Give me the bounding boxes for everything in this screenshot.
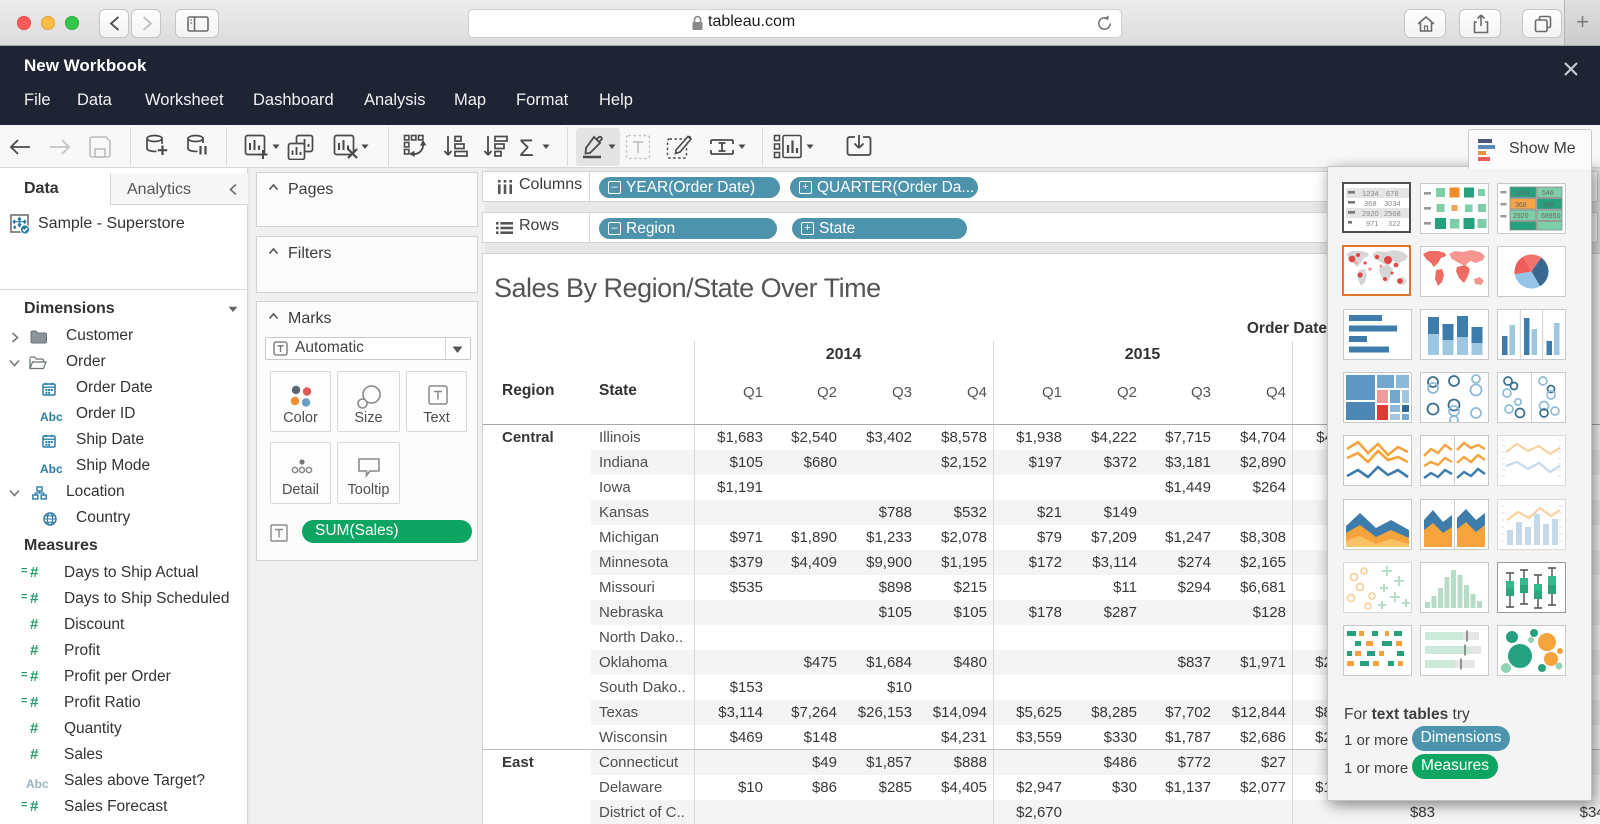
svg-text:2920: 2920: [1513, 213, 1529, 220]
svg-text:546: 546: [1542, 190, 1554, 197]
svg-text:368: 368: [1364, 199, 1377, 208]
svg-text:678: 678: [1386, 189, 1399, 198]
svg-text:3034: 3034: [1384, 199, 1401, 208]
svg-text:368: 368: [1515, 202, 1527, 209]
svg-text:348: 348: [1542, 202, 1554, 209]
svg-text:2920: 2920: [1362, 209, 1379, 218]
svg-text:1234: 1234: [1362, 189, 1379, 198]
svg-text:Σ: Σ: [519, 135, 534, 160]
svg-text:322: 322: [1388, 219, 1401, 228]
svg-text:68950: 68950: [1541, 213, 1561, 220]
svg-text:971: 971: [1366, 219, 1379, 228]
svg-text:1234: 1234: [1514, 190, 1530, 197]
svg-text:2568: 2568: [1384, 209, 1401, 218]
